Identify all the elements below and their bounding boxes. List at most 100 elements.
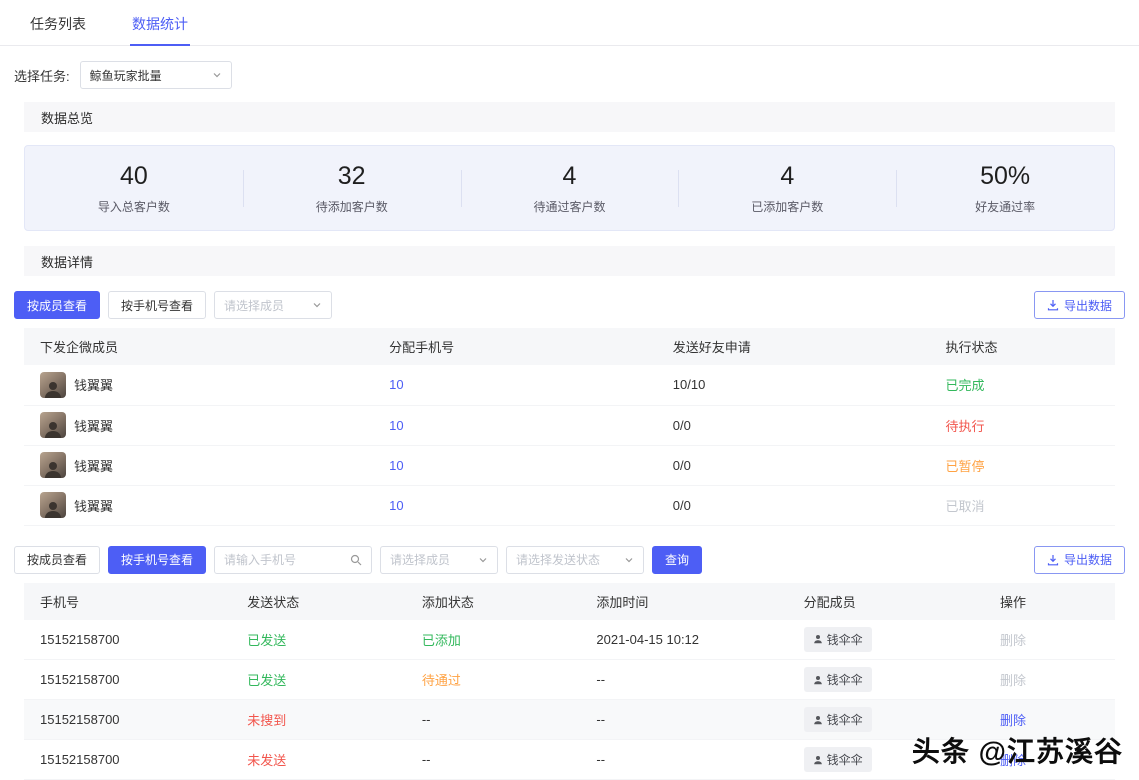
phone-number: 15152158700: [24, 740, 231, 780]
export-data-label: 导出数据: [1064, 297, 1112, 314]
member-tag-label: 钱伞伞: [827, 631, 863, 648]
column-header: 添加状态: [406, 583, 581, 620]
phone-number: 15152158700: [24, 620, 231, 660]
person-icon: [813, 755, 823, 765]
stat-imported-total: 40 导入总客户数: [25, 162, 243, 215]
status-text: 已完成: [930, 365, 1115, 405]
view-by-phone-button-2[interactable]: 按手机号查看: [108, 546, 206, 574]
detail-section-bar: 数据详情: [24, 246, 1115, 276]
view-by-member-button[interactable]: 按成员查看: [14, 291, 100, 319]
member-name: 钱翼翼: [74, 375, 113, 394]
member-tag-label: 钱伞伞: [827, 751, 863, 768]
stat-to-add: 32 待添加客户数: [243, 162, 461, 215]
view-by-phone-button[interactable]: 按手机号查看: [108, 291, 206, 319]
send-status: 未发送: [231, 740, 406, 780]
stat-added: 4 已添加客户数: [678, 162, 896, 215]
add-status: --: [406, 700, 581, 740]
download-icon: [1047, 299, 1059, 311]
send-status: 已发送: [231, 620, 406, 660]
column-header: 手机号: [24, 583, 231, 620]
stat-value: 40: [25, 162, 243, 191]
stat-value: 50%: [896, 162, 1114, 191]
phone-count-link[interactable]: 10: [389, 377, 403, 392]
member-select[interactable]: 请选择成员: [214, 291, 332, 319]
phone-count-link[interactable]: 10: [389, 418, 403, 433]
person-icon: [813, 634, 823, 644]
member-name: 钱翼翼: [74, 496, 113, 515]
stat-label: 已添加客户数: [678, 198, 896, 215]
person-icon: [813, 715, 823, 725]
tab-data-statistics[interactable]: 数据统计: [130, 0, 190, 45]
chevron-down-icon: [312, 300, 322, 310]
member-name: 钱翼翼: [74, 416, 113, 435]
status-text: 待执行: [930, 405, 1115, 445]
add-time: --: [580, 660, 787, 700]
task-select-label: 选择任务:: [14, 66, 70, 85]
view-by-member-button-2[interactable]: 按成员查看: [14, 546, 100, 574]
export-data-label: 导出数据: [1064, 551, 1112, 568]
table-row: 钱翼翼 10 0/0 已暂停: [24, 445, 1115, 485]
detail-title: 数据详情: [41, 252, 93, 271]
avatar: [40, 412, 66, 438]
member-tag-label: 钱伞伞: [827, 671, 863, 688]
query-button[interactable]: 查询: [652, 546, 702, 574]
add-time: 2021-04-15 10:12: [580, 620, 787, 660]
phone-number: 15152158700: [24, 660, 231, 700]
friend-request-count: 0/0: [657, 405, 930, 445]
send-status-select[interactable]: 请选择发送状态: [506, 546, 644, 574]
stat-label: 待添加客户数: [243, 198, 461, 215]
task-select[interactable]: 鲸鱼玩家批量: [80, 61, 232, 89]
avatar: [40, 452, 66, 478]
friend-request-count: 0/0: [657, 485, 930, 525]
member-select-placeholder: 请选择成员: [224, 297, 284, 314]
table-row: 15152158700 已发送 已添加 2021-04-15 10:12 钱伞伞…: [24, 620, 1115, 660]
phone-search-box: [214, 546, 372, 574]
send-status-placeholder: 请选择发送状态: [516, 551, 600, 568]
member-name: 钱翼翼: [74, 456, 113, 475]
member-select-2[interactable]: 请选择成员: [380, 546, 498, 574]
table-row: 15152158700 已发送 待通过 -- 钱伞伞 删除: [24, 660, 1115, 700]
stats-panel: 40 导入总客户数 32 待添加客户数 4 待通过客户数 4 已添加客户数 50…: [24, 145, 1115, 231]
add-status: 待通过: [406, 660, 581, 700]
phone-input[interactable]: [224, 553, 344, 567]
task-select-value: 鲸鱼玩家批量: [90, 67, 162, 84]
avatar: [40, 372, 66, 398]
delete-link[interactable]: 删除: [1000, 713, 1026, 728]
tab-task-list[interactable]: 任务列表: [28, 0, 88, 45]
friend-request-count: 10/10: [657, 365, 930, 405]
export-data-button-2[interactable]: 导出数据: [1034, 546, 1125, 574]
export-data-button[interactable]: 导出数据: [1034, 291, 1125, 319]
column-header: 发送好友申请: [657, 328, 930, 365]
delete-link: 删除: [1000, 633, 1026, 648]
member-tag: 钱伞伞: [804, 627, 872, 652]
table-row: 钱翼翼 10 0/0 已取消: [24, 485, 1115, 525]
add-time: --: [580, 740, 787, 780]
send-status: 未搜到: [231, 700, 406, 740]
status-text: 已暂停: [930, 445, 1115, 485]
friend-request-count: 0/0: [657, 445, 930, 485]
chevron-down-icon: [478, 555, 488, 565]
chevron-down-icon: [624, 555, 634, 565]
search-icon: [350, 554, 362, 566]
avatar: [40, 492, 66, 518]
stat-pass-rate: 50% 好友通过率: [896, 162, 1114, 215]
column-header: 下发企微成员: [24, 328, 373, 365]
watermark: 头条 @江苏溪谷: [912, 730, 1123, 770]
status-text: 已取消: [930, 485, 1115, 525]
member-tag: 钱伞伞: [804, 747, 872, 772]
column-header: 发送状态: [231, 583, 406, 620]
column-header: 分配成员: [788, 583, 984, 620]
column-header: 分配手机号: [373, 328, 657, 365]
phone-count-link[interactable]: 10: [389, 458, 403, 473]
add-status: --: [406, 740, 581, 780]
stat-pending-approval: 4 待通过客户数: [461, 162, 679, 215]
overview-section-bar: 数据总览: [24, 102, 1115, 132]
top-tabs: 任务列表 数据统计: [0, 0, 1139, 46]
add-time: --: [580, 700, 787, 740]
phone-count-link[interactable]: 10: [389, 498, 403, 513]
member-table: 下发企微成员 分配手机号 发送好友申请 执行状态 钱翼翼 10 10/10 已完…: [24, 328, 1115, 526]
table-header-row: 下发企微成员 分配手机号 发送好友申请 执行状态: [24, 328, 1115, 365]
delete-link: 删除: [1000, 673, 1026, 688]
task-select-row: 选择任务: 鲸鱼玩家批量: [14, 61, 1125, 89]
phone-number: 15152158700: [24, 700, 231, 740]
